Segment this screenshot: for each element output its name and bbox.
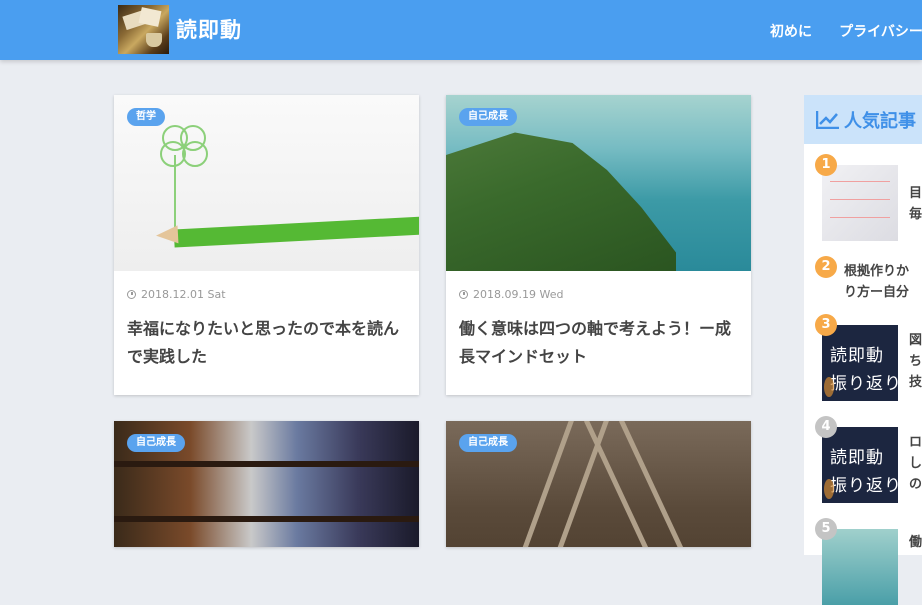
popular-post-thumbnail[interactable]: 読即動 振り返り xyxy=(822,325,898,401)
rank-badge: 4 xyxy=(815,416,837,438)
popular-post-title[interactable]: 根拠作りか り方ー自分 xyxy=(844,261,909,303)
widget-title: 人気記事 xyxy=(844,111,916,132)
trend-chart-icon xyxy=(816,111,839,129)
site-title[interactable]: 読即動 xyxy=(176,14,242,44)
post-title[interactable]: 働く意味は四つの軸で考えよう！ー成長マインドセット xyxy=(459,315,739,371)
clock-icon xyxy=(459,290,468,299)
popular-post-thumbnail[interactable] xyxy=(822,165,898,241)
site-logo[interactable] xyxy=(118,5,169,54)
nav-item-privacy[interactable]: プライバシー xyxy=(839,24,922,40)
post-thumbnail[interactable]: 哲学 xyxy=(114,95,419,271)
rank-badge: 2 xyxy=(815,256,837,278)
popular-post-title[interactable]: 目 毎 xyxy=(909,183,922,225)
post-card[interactable]: 哲学 2018.12.01 Sat 幸福になりたいと思ったので本を読んで実践した xyxy=(114,95,419,395)
post-thumbnail[interactable]: 自己成長 xyxy=(114,421,419,547)
site-header: 読即動 初めに プライバシー xyxy=(0,0,922,60)
category-badge[interactable]: 自己成長 xyxy=(459,108,517,126)
nav-item-intro[interactable]: 初めに xyxy=(770,24,812,40)
post-date: 2018.09.19 Wed xyxy=(459,288,563,301)
post-date: 2018.12.01 Sat xyxy=(127,288,226,301)
post-thumbnail[interactable]: 自己成長 xyxy=(446,95,751,271)
popular-post-thumbnail[interactable] xyxy=(822,529,898,605)
rank-badge: 5 xyxy=(815,518,837,540)
post-title[interactable]: 幸福になりたいと思ったので本を読んで実践した xyxy=(127,315,407,371)
clock-icon xyxy=(127,290,136,299)
main-nav: 初めに プライバシー xyxy=(770,21,922,41)
post-card[interactable]: 自己成長 xyxy=(446,421,751,547)
popular-posts-widget: 人気記事 1 目 毎 2 根拠作りか り方ー自分 読即動 振り返り 3 図 ち … xyxy=(804,95,922,605)
category-badge[interactable]: 哲学 xyxy=(127,108,165,126)
widget-header: 人気記事 xyxy=(804,95,922,144)
post-card[interactable]: 自己成長 2018.09.19 Wed 働く意味は四つの軸で考えよう！ー成長マイ… xyxy=(446,95,751,395)
rank-badge: 1 xyxy=(815,154,837,176)
popular-post-title[interactable]: 働 xyxy=(909,532,922,553)
popular-post-title[interactable]: ロ し の xyxy=(909,432,922,495)
category-badge[interactable]: 自己成長 xyxy=(459,434,517,452)
rank-badge: 3 xyxy=(815,314,837,336)
category-badge[interactable]: 自己成長 xyxy=(127,434,185,452)
post-card[interactable]: 自己成長 xyxy=(114,421,419,547)
popular-post-title[interactable]: 図 ち 技 xyxy=(909,330,922,393)
popular-post-thumbnail[interactable]: 読即動 振り返り xyxy=(822,427,898,503)
post-thumbnail[interactable]: 自己成長 xyxy=(446,421,751,547)
